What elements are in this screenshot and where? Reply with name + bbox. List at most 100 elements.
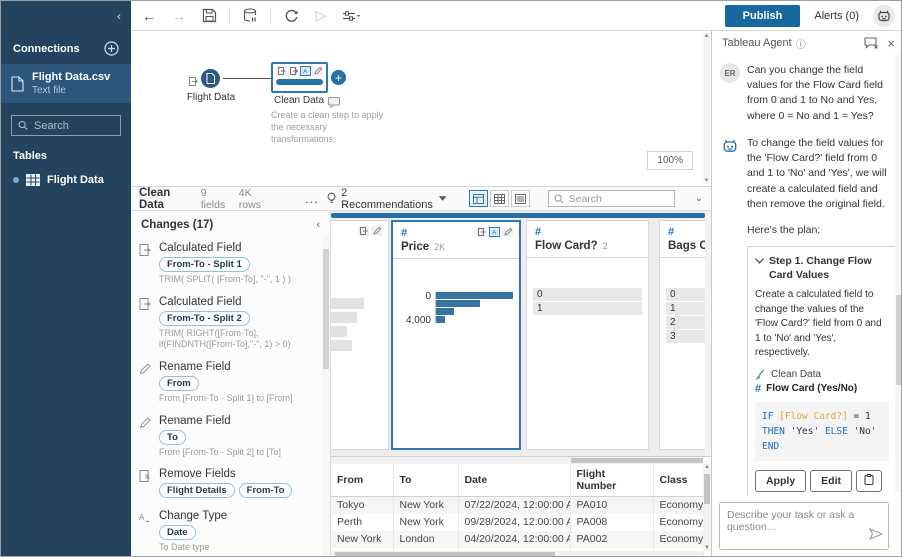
- new-rows-icon[interactable]: [276, 66, 287, 76]
- column-header[interactable]: To: [393, 464, 458, 497]
- grid-view-button[interactable]: [490, 190, 509, 207]
- field-pane-price[interactable]: # A Price 2K 0 4,000: [391, 220, 521, 450]
- change-item[interactable]: A Change Type Date To Date type: [131, 505, 330, 557]
- close-icon[interactable]: ×: [887, 36, 895, 51]
- doc-out-icon[interactable]: [358, 226, 369, 236]
- grid-vertical-scrollbar[interactable]: ▲ ▼: [703, 464, 711, 551]
- apply-button[interactable]: Apply: [755, 470, 806, 492]
- column-header[interactable]: Flight Number: [570, 464, 653, 497]
- recommendations-label: 2 Recommendations: [341, 187, 434, 211]
- send-icon[interactable]: [869, 527, 883, 545]
- target-step-row: Clean Data: [755, 369, 889, 380]
- table-row[interactable]: New YorkLondon04/20/2024, 12:00:00 AMPA0…: [331, 531, 703, 548]
- scroll-up-icon[interactable]: ▲: [703, 464, 711, 470]
- profile-scroll-indicator[interactable]: [331, 213, 705, 218]
- output-icon[interactable]: [288, 66, 299, 76]
- flow-canvas[interactable]: Flight Data A + Clean Data Create a clea…: [131, 31, 711, 187]
- collapse-changes-icon[interactable]: ‹: [316, 219, 320, 231]
- more-options-button[interactable]: ...: [305, 191, 319, 206]
- histogram-bar[interactable]: [436, 292, 513, 299]
- edit-mini-icon[interactable]: [312, 66, 323, 76]
- doc-out-icon[interactable]: [476, 227, 487, 237]
- field-pill[interactable]: From-To - Split 2: [159, 311, 250, 326]
- add-step-button[interactable]: +: [331, 70, 346, 85]
- column-header[interactable]: From: [331, 464, 393, 497]
- number-type-icon[interactable]: #: [535, 226, 541, 238]
- pause-data-icon[interactable]: [240, 6, 260, 26]
- publish-button[interactable]: Publish: [725, 5, 801, 27]
- change-item[interactable]: Rename Field From From [From-To - Split …: [131, 356, 330, 410]
- change-item[interactable]: Remove Fields Flight Details From-To: [131, 463, 330, 505]
- table-row[interactable]: PerthNew York09/28/2024, 12:00:00 AMPA00…: [331, 514, 703, 531]
- field-pill[interactable]: To: [159, 430, 186, 445]
- flow-vertical-scrollbar[interactable]: ▲ ▼: [703, 33, 710, 184]
- agent-scrollbar[interactable]: [895, 55, 902, 492]
- column-header[interactable]: Class: [653, 464, 703, 497]
- grid-horizontal-scrollbar-bottom[interactable]: [331, 551, 703, 557]
- redo-icon[interactable]: →: [169, 6, 189, 26]
- flow-node-clean-data[interactable]: A: [271, 62, 328, 93]
- chevron-down-icon: [755, 258, 764, 264]
- step1-header[interactable]: Step 1. Change Flow Card Values: [755, 255, 889, 282]
- change-type-mini-icon[interactable]: A: [300, 66, 311, 76]
- agent-input-textarea[interactable]: [720, 503, 888, 533]
- connection-item-flight-data[interactable]: Flight Data.csv Text file: [1, 64, 131, 103]
- number-type-icon[interactable]: #: [668, 226, 674, 238]
- field-pill[interactable]: From-To - Split 1: [159, 257, 250, 272]
- refresh-icon[interactable]: [281, 6, 301, 26]
- change-item[interactable]: Calculated Field From-To - Split 1 TRIM(…: [131, 237, 330, 291]
- field-count-badge: 2: [603, 241, 608, 251]
- table-row[interactable]: TokyoNew York07/22/2024, 12:00:00 AMPA01…: [331, 497, 703, 514]
- value-row[interactable]: 0: [533, 288, 642, 301]
- field-pill[interactable]: Flight Details: [159, 483, 235, 498]
- copy-button[interactable]: [856, 470, 882, 492]
- number-type-icon[interactable]: #: [401, 227, 407, 239]
- agent-toggle-button[interactable]: [873, 5, 895, 27]
- fields-search[interactable]: [548, 190, 675, 207]
- sidebar-item-flight-data[interactable]: Flight Data: [1, 168, 131, 192]
- flow-node-flight-data[interactable]: [201, 69, 220, 88]
- add-connection-icon[interactable]: [104, 41, 119, 56]
- run-flow-icon[interactable]: ▷: [311, 6, 331, 26]
- scroll-up-icon[interactable]: ▲: [703, 33, 710, 39]
- alerts-button[interactable]: Alerts (0): [814, 10, 859, 22]
- histogram-bar[interactable]: [436, 316, 445, 323]
- settings-sliders-icon[interactable]: [341, 6, 361, 26]
- edit-icon[interactable]: [371, 226, 382, 236]
- collapse-sidebar-icon[interactable]: ‹: [117, 9, 121, 23]
- sidebar-search-input[interactable]: [34, 120, 114, 132]
- profile-view-button[interactable]: [469, 190, 488, 207]
- active-table-dot: [13, 177, 19, 183]
- scroll-down-icon[interactable]: ▼: [703, 178, 710, 184]
- fields-search-input[interactable]: [569, 193, 669, 205]
- histogram-bar[interactable]: [436, 308, 454, 315]
- list-view-button[interactable]: [511, 190, 530, 207]
- change-item[interactable]: Calculated Field From-To - Split 2 TRIM(…: [131, 291, 330, 356]
- scroll-down-icon[interactable]: ▼: [703, 545, 711, 551]
- edit-button[interactable]: Edit: [810, 470, 852, 492]
- save-icon[interactable]: [199, 6, 219, 26]
- histogram-bar[interactable]: [436, 300, 480, 307]
- agent-input-box[interactable]: [719, 502, 889, 550]
- sidebar-search[interactable]: [11, 115, 121, 136]
- field-pane-flow-card[interactable]: # Flow Card? 2 0 1: [526, 220, 649, 450]
- field-pane-bags-checked[interactable]: # Bags Checked 0 1 2 3: [659, 220, 711, 450]
- undo-icon[interactable]: ←: [139, 6, 159, 26]
- column-header[interactable]: Date: [458, 464, 570, 497]
- grid-horizontal-scrollbar-top[interactable]: [331, 457, 703, 464]
- number-type-icon: #: [755, 383, 761, 395]
- changes-scrollbar[interactable]: [322, 237, 330, 557]
- change-item[interactable]: Rename Field To From [From-To - Split 2]…: [131, 410, 330, 464]
- clear-conversation-icon[interactable]: [864, 37, 879, 49]
- collapse-pane-icon[interactable]: ⌄: [695, 193, 703, 204]
- field-pill[interactable]: From-To: [239, 483, 293, 498]
- change-type-mini-icon[interactable]: A: [489, 227, 500, 237]
- value-row[interactable]: 1: [533, 302, 642, 315]
- field-pane-partial[interactable]: [331, 220, 389, 450]
- info-icon[interactable]: ⓘ: [796, 36, 806, 51]
- field-pill[interactable]: From: [159, 376, 199, 391]
- edit-icon[interactable]: [502, 227, 513, 237]
- recommendations-button[interactable]: 2 Recommendations: [327, 187, 447, 211]
- price-histogram[interactable]: 0 4,000: [393, 291, 519, 324]
- field-pill[interactable]: Date: [159, 525, 196, 540]
